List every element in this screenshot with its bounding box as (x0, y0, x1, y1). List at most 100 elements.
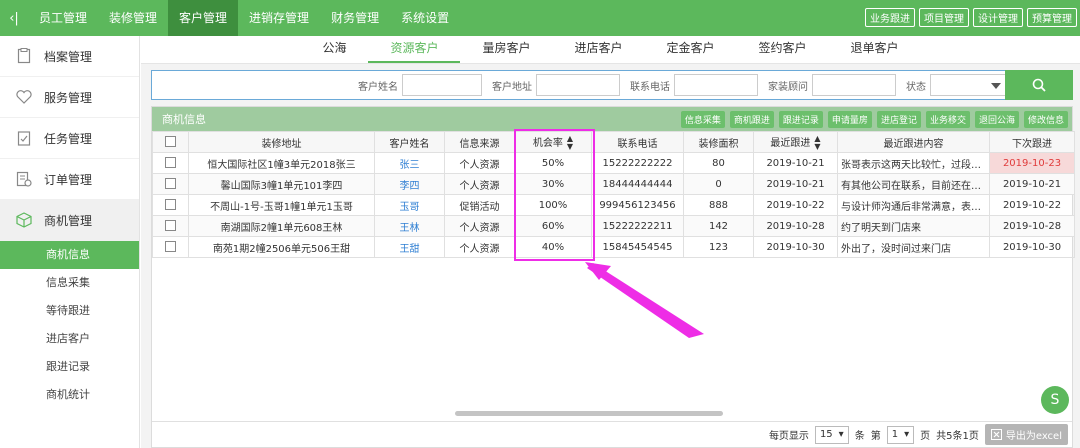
customer-address-input[interactable] (536, 74, 620, 96)
next-followup-cell: 2019-10-28 (989, 215, 1075, 237)
column-header: 客户姓名 (374, 131, 445, 153)
sidebar-sub-opportunity-stats[interactable]: 商机统计 (0, 381, 139, 409)
area-cell: 142 (683, 215, 754, 237)
store-register-button[interactable]: 进店登记 (876, 111, 921, 128)
sidebar-item-task[interactable]: 任务管理 (0, 118, 139, 159)
nav-inventory[interactable]: 进销存管理 (238, 0, 320, 36)
business-followup-button[interactable]: 业务跟进 (865, 8, 915, 27)
tab-measure-customers[interactable]: 量房客户 (460, 37, 552, 63)
phone-label: 联系电话 (630, 81, 670, 93)
select-all-checkbox[interactable] (165, 136, 176, 148)
source-cell: 个人资源 (444, 236, 515, 258)
horizontal-scrollbar[interactable] (455, 411, 723, 416)
sidebar-item-order[interactable]: 订单管理 (0, 159, 139, 200)
customer-name-label: 客户姓名 (358, 81, 398, 93)
column-header: 联系电话 (591, 131, 684, 153)
next-followup-cell: 2019-10-23 (989, 152, 1075, 174)
heart-icon (16, 89, 32, 105)
pagination: 每页显示 15 ▾ 条 第 1 ▾ 页 共5条1页 导出为excel (152, 421, 1072, 447)
tab-signed-customers[interactable]: 签约客户 (737, 37, 829, 63)
search-button[interactable] (1005, 70, 1073, 100)
nav-customer[interactable]: 客户管理 (168, 0, 239, 36)
customer-name-link[interactable]: 王林 (374, 215, 445, 237)
nav-decoration[interactable]: 装修管理 (98, 0, 168, 36)
nav-finance[interactable]: 财务管理 (320, 0, 390, 36)
total-summary: 共5条1页 (936, 431, 979, 442)
per-page-select[interactable]: 15 ▾ (814, 425, 849, 444)
customer-name-link[interactable]: 玉哥 (374, 194, 445, 216)
next-followup-cell: 2019-10-21 (989, 173, 1075, 195)
project-management-button[interactable]: 项目管理 (919, 8, 969, 27)
row-checkbox[interactable] (165, 241, 176, 253)
table-row[interactable]: 南湖国际2幢1单元608王林 王林 个人资源 60% 15222222211 1… (152, 215, 1075, 237)
page-suffix-label: 页 (920, 431, 931, 442)
design-management-button[interactable]: 设计管理 (973, 8, 1023, 27)
return-pool-button[interactable]: 退回公海 (974, 111, 1019, 128)
sidebar-item-label: 订单管理 (44, 172, 93, 187)
table-row[interactable]: 南苑1期2幢2506单元506王甜 王甜 个人资源 40% 1584545454… (152, 236, 1075, 258)
row-checkbox[interactable] (165, 157, 176, 169)
phone-input[interactable] (674, 74, 758, 96)
sort-icon[interactable]: ▲ ▼ (567, 134, 573, 151)
table-row[interactable]: 不周山-1号-玉哥1幢1单元1玉哥 玉哥 促销活动 100% 999456123… (152, 194, 1075, 216)
next-followup-cell: 2019-10-30 (989, 236, 1075, 258)
address-cell: 馨山国际3幢1单元101李四 (188, 173, 375, 195)
tab-store-customers[interactable]: 进店客户 (552, 37, 644, 63)
phone-cell: 15845454545 (591, 236, 684, 258)
sidebar-sub-info-collect[interactable]: 信息采集 (0, 269, 139, 297)
chance-rate-cell: 30% (514, 173, 592, 195)
sidebar-item-opportunity[interactable]: 商机管理 (0, 200, 139, 241)
sidebar-sub-opportunity-info[interactable]: 商机信息 (0, 241, 139, 269)
row-checkbox[interactable] (165, 199, 176, 211)
table-row[interactable]: 恒大国际社区1幢3单元2018张三 张三 个人资源 50% 1522222222… (152, 152, 1075, 174)
customer-name-link[interactable]: 王甜 (374, 236, 445, 258)
opportunity-followup-button[interactable]: 商机跟进 (729, 111, 774, 128)
sidebar-item-service[interactable]: 服务管理 (0, 77, 139, 118)
last-content-cell: 外出了，没时间过来门店 (837, 236, 990, 258)
nav-system[interactable]: 系统设置 (390, 0, 460, 36)
nav-employee[interactable]: 员工管理 (28, 0, 98, 36)
select-all-cell[interactable] (152, 131, 189, 153)
followup-records-button[interactable]: 跟进记录 (778, 111, 823, 128)
column-header: 信息来源 (444, 131, 515, 153)
sidebar-item-archive[interactable]: 档案管理 (0, 36, 139, 77)
business-transfer-button[interactable]: 业务移交 (925, 111, 970, 128)
sidebar-sub-followup-records[interactable]: 跟进记录 (0, 353, 139, 381)
info-collect-button[interactable]: 信息采集 (680, 111, 725, 128)
last-followup-cell: 2019-10-21 (753, 152, 838, 174)
collapse-sidebar-icon[interactable]: ‹| (0, 11, 28, 26)
budget-management-button[interactable]: 预算管理 (1027, 8, 1077, 27)
page-select[interactable]: 1 ▾ (886, 425, 915, 444)
customer-name-link[interactable]: 张三 (374, 152, 445, 174)
sidebar-sub-store-visitors[interactable]: 进店客户 (0, 325, 139, 353)
sidebar-item-label: 档案管理 (44, 49, 93, 64)
apply-measure-button[interactable]: 申请量房 (827, 111, 872, 128)
source-cell: 促销活动 (444, 194, 515, 216)
edit-info-button[interactable]: 修改信息 (1023, 111, 1068, 128)
tab-refund-customers[interactable]: 退单客户 (829, 37, 921, 63)
row-checkbox[interactable] (165, 178, 176, 190)
source-cell: 个人资源 (444, 152, 515, 174)
document-icon (16, 48, 32, 64)
area-cell: 80 (683, 152, 754, 174)
consultant-input[interactable] (812, 74, 896, 96)
column-header-sortable[interactable]: 最近跟进 ▲ ▼ (753, 131, 838, 153)
sort-icon[interactable]: ▲ ▼ (814, 134, 820, 151)
tab-resource-customers[interactable]: 资源客户 (368, 37, 461, 63)
source-cell: 个人资源 (444, 215, 515, 237)
search-icon (1032, 78, 1046, 92)
customer-name-link[interactable]: 李四 (374, 173, 445, 195)
phone-cell: 18444444444 (591, 173, 684, 195)
status-select[interactable] (930, 74, 1008, 96)
column-header-sortable[interactable]: 机会率 ▲ ▼ (514, 131, 592, 153)
last-followup-cell: 2019-10-22 (753, 194, 838, 216)
export-excel-button[interactable]: 导出为excel (984, 424, 1068, 445)
tab-deposit-customers[interactable]: 定金客户 (645, 37, 737, 63)
sidebar-sub-waiting-followup[interactable]: 等待跟进 (0, 297, 139, 325)
table-row[interactable]: 馨山国际3幢1单元101李四 李四 个人资源 30% 18444444444 0… (152, 173, 1075, 195)
table-header-row: 装修地址 客户姓名 信息来源 机会率 ▲ ▼ 联系电话 装修面积 最近跟进 ▲ ▼ 最近… (152, 131, 1075, 153)
tab-public-pool[interactable]: 公海 (300, 37, 368, 63)
column-header: 装修面积 (683, 131, 754, 153)
customer-name-input[interactable] (402, 74, 482, 96)
row-checkbox[interactable] (165, 220, 176, 232)
